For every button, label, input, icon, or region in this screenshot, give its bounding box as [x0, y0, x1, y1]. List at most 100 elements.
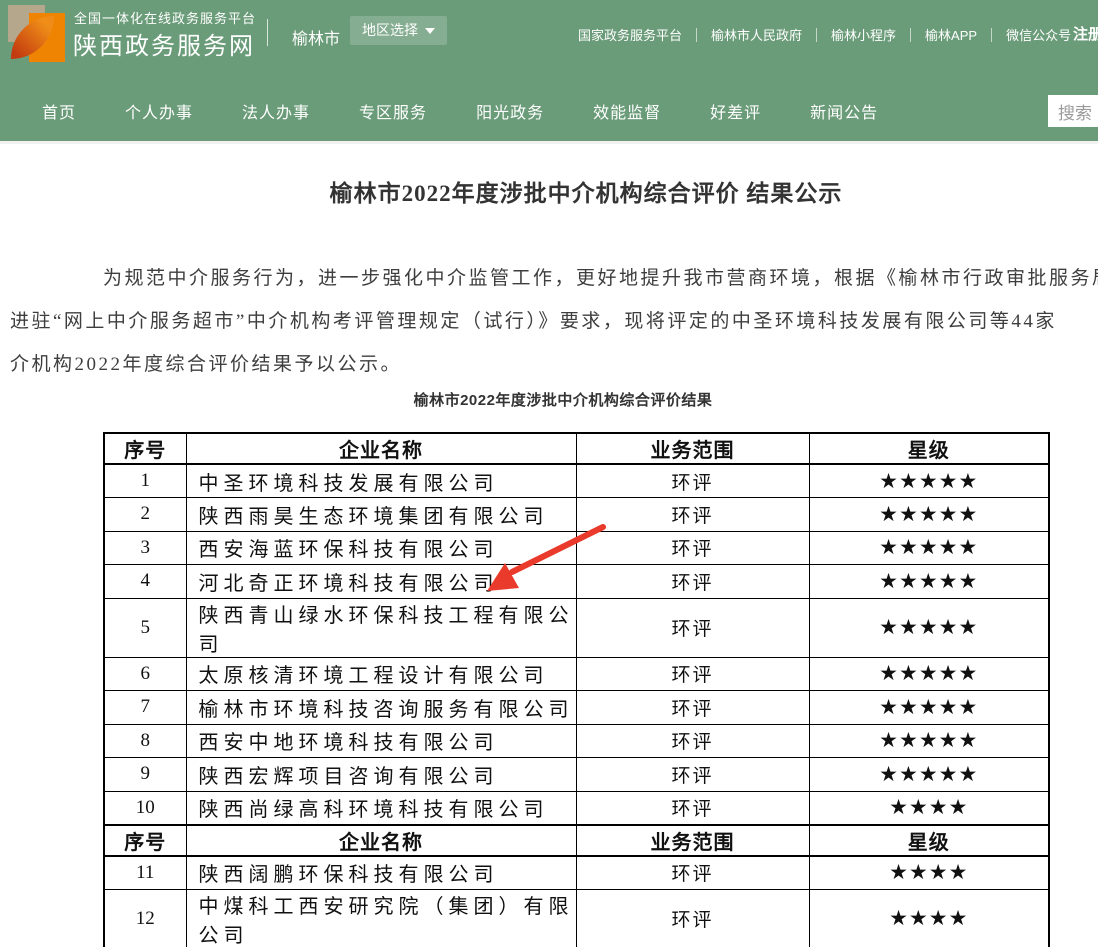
link-mini-program[interactable]: 榆林小程序 — [831, 25, 896, 44]
page-title: 榆林市2022年度涉批中介机构综合评价 结果公示 — [0, 174, 1098, 208]
content-top-divider — [0, 141, 1098, 144]
link-national-platform[interactable]: 国家政务服务平台 — [578, 25, 682, 44]
no-cell: 3 — [104, 531, 186, 565]
header-quick-links: 国家政务服务平台 榆林市人民政府 榆林小程序 榆林APP 微信公众号 — [578, 25, 1071, 44]
no-cell: 1 — [104, 464, 186, 498]
nav-item-open-government[interactable]: 阳光政务 — [476, 99, 544, 123]
link-city-government[interactable]: 榆林市人民政府 — [711, 25, 802, 44]
table-row: 5陕西青山绿水环保科技工程有限公司环评★★★★★ — [104, 598, 1049, 657]
star-rating: ★★★★★ — [809, 498, 1049, 532]
name-cell: 陕西尚绿高科环境科技有限公司 — [186, 791, 576, 825]
region-select-label: 地区选择 — [362, 16, 418, 45]
platform-label: 全国一体化在线政务服务平台 — [74, 8, 256, 27]
no-cell: 9 — [104, 758, 186, 792]
nav-item-home[interactable]: 首页 — [42, 99, 76, 123]
nav-item-personal[interactable]: 个人办事 — [125, 99, 193, 123]
scope-cell: 环评 — [576, 724, 809, 758]
name-cell: 陕西青山绿水环保科技工程有限公司 — [186, 598, 576, 657]
region-select-button[interactable]: 地区选择 — [350, 16, 447, 45]
scope-cell: 环评 — [576, 531, 809, 565]
page: 全国一体化在线政务服务平台 陕西政务服务网 榆林市 地区选择 国家政务服务平台 … — [0, 0, 1098, 947]
no-cell: 10 — [104, 791, 186, 825]
table-row: 11陕西阔鹏环保科技有限公司环评★★★★ — [104, 856, 1049, 890]
name-cell: 陕西宏辉项目咨询有限公司 — [186, 758, 576, 792]
table-row: 1中圣环境科技发展有限公司环评★★★★★ — [104, 464, 1049, 498]
main-nav: 首页 个人办事 法人办事 专区服务 阳光政务 效能监督 好差评 新闻公告 — [42, 99, 878, 123]
scope-cell: 环评 — [576, 464, 809, 498]
no-cell: 5 — [104, 598, 186, 657]
scope-cell: 环评 — [576, 791, 809, 825]
nav-item-efficiency[interactable]: 效能监督 — [593, 99, 661, 123]
site-logo-icon[interactable] — [8, 4, 66, 62]
results-table-body: 序号企业名称业务范围星级1中圣环境科技发展有限公司环评★★★★★2陕西雨昊生态环… — [104, 433, 1049, 947]
star-rating: ★★★★★ — [809, 691, 1049, 725]
nav-item-news[interactable]: 新闻公告 — [810, 99, 878, 123]
star-rating: ★★★★ — [809, 856, 1049, 890]
name-cell: 河北奇正环境科技有限公司 — [186, 565, 576, 599]
name-cell: 太原核清环境工程设计有限公司 — [186, 657, 576, 691]
star-rating: ★★★★ — [809, 791, 1049, 825]
name-cell: 陕西阔鹏环保科技有限公司 — [186, 856, 576, 890]
table-caption: 榆林市2022年度涉批中介机构综合评价结果 — [0, 389, 1098, 410]
star-rating: ★★★★★ — [809, 565, 1049, 599]
column-header: 序号 — [104, 825, 186, 856]
table-row: 2陕西雨昊生态环境集团有限公司环评★★★★★ — [104, 498, 1049, 532]
table-row: 8西安中地环境科技有限公司环评★★★★★ — [104, 724, 1049, 758]
no-cell: 2 — [104, 498, 186, 532]
link-wechat-official[interactable]: 微信公众号 — [1006, 25, 1071, 44]
link-separator — [816, 28, 817, 42]
star-rating: ★★★★★ — [809, 531, 1049, 565]
site-name[interactable]: 陕西政务服务网 — [73, 26, 255, 61]
table-row: 7榆林市环境科技咨询服务有限公司环评★★★★★ — [104, 691, 1049, 725]
link-separator — [910, 28, 911, 42]
column-header: 业务范围 — [576, 825, 809, 856]
no-cell: 4 — [104, 565, 186, 599]
column-header: 业务范围 — [576, 433, 809, 464]
column-header: 星级 — [809, 825, 1049, 856]
name-cell: 中煤科工西安研究院（集团）有限公司 — [186, 889, 576, 947]
no-cell: 8 — [104, 724, 186, 758]
link-separator — [696, 28, 697, 42]
link-city-app[interactable]: 榆林APP — [925, 25, 977, 44]
current-city-label: 榆林市 — [292, 25, 340, 49]
header-divider — [267, 19, 268, 46]
name-cell: 陕西雨昊生态环境集团有限公司 — [186, 498, 576, 532]
search-input[interactable]: 搜索 — [1048, 95, 1098, 127]
column-header: 企业名称 — [186, 825, 576, 856]
link-separator — [991, 28, 992, 42]
nav-item-legal-person[interactable]: 法人办事 — [242, 99, 310, 123]
scope-cell: 环评 — [576, 758, 809, 792]
table-header-row: 序号企业名称业务范围星级 — [104, 825, 1049, 856]
column-header: 星级 — [809, 433, 1049, 464]
no-cell: 12 — [104, 889, 186, 947]
name-cell: 西安海蓝环保科技有限公司 — [186, 531, 576, 565]
star-rating: ★★★★★ — [809, 758, 1049, 792]
no-cell: 7 — [104, 691, 186, 725]
paragraph-line: 进驻“网上中介服务超市”中介机构考评管理规定（试行）》要求，现将评定的中圣环境科… — [10, 306, 1057, 333]
scope-cell: 环评 — [576, 565, 809, 599]
no-cell: 11 — [104, 856, 186, 890]
nav-item-zone-services[interactable]: 专区服务 — [359, 99, 427, 123]
star-rating: ★★★★★ — [809, 724, 1049, 758]
no-cell: 6 — [104, 657, 186, 691]
star-rating: ★★★★ — [809, 889, 1049, 947]
table-row: 10陕西尚绿高科环境科技有限公司环评★★★★ — [104, 791, 1049, 825]
scope-cell: 环评 — [576, 856, 809, 890]
table-row: 3西安海蓝环保科技有限公司环评★★★★★ — [104, 531, 1049, 565]
name-cell: 榆林市环境科技咨询服务有限公司 — [186, 691, 576, 725]
scope-cell: 环评 — [576, 598, 809, 657]
paragraph-line: 为规范中介服务行为，进一步强化中介监管工作，更好地提升我市营商环境，根据《榆林市… — [10, 263, 1098, 290]
scope-cell: 环评 — [576, 691, 809, 725]
column-header: 序号 — [104, 433, 186, 464]
scope-cell: 环评 — [576, 889, 809, 947]
star-rating: ★★★★★ — [809, 598, 1049, 657]
register-link[interactable]: 注册 — [1073, 23, 1098, 44]
name-cell: 西安中地环境科技有限公司 — [186, 724, 576, 758]
chevron-down-icon — [425, 28, 435, 34]
name-cell: 中圣环境科技发展有限公司 — [186, 464, 576, 498]
scope-cell: 环评 — [576, 498, 809, 532]
site-header: 全国一体化在线政务服务平台 陕西政务服务网 榆林市 地区选择 国家政务服务平台 … — [0, 0, 1098, 141]
scope-cell: 环评 — [576, 657, 809, 691]
nav-item-rating[interactable]: 好差评 — [710, 99, 761, 123]
table-row: 6太原核清环境工程设计有限公司环评★★★★★ — [104, 657, 1049, 691]
